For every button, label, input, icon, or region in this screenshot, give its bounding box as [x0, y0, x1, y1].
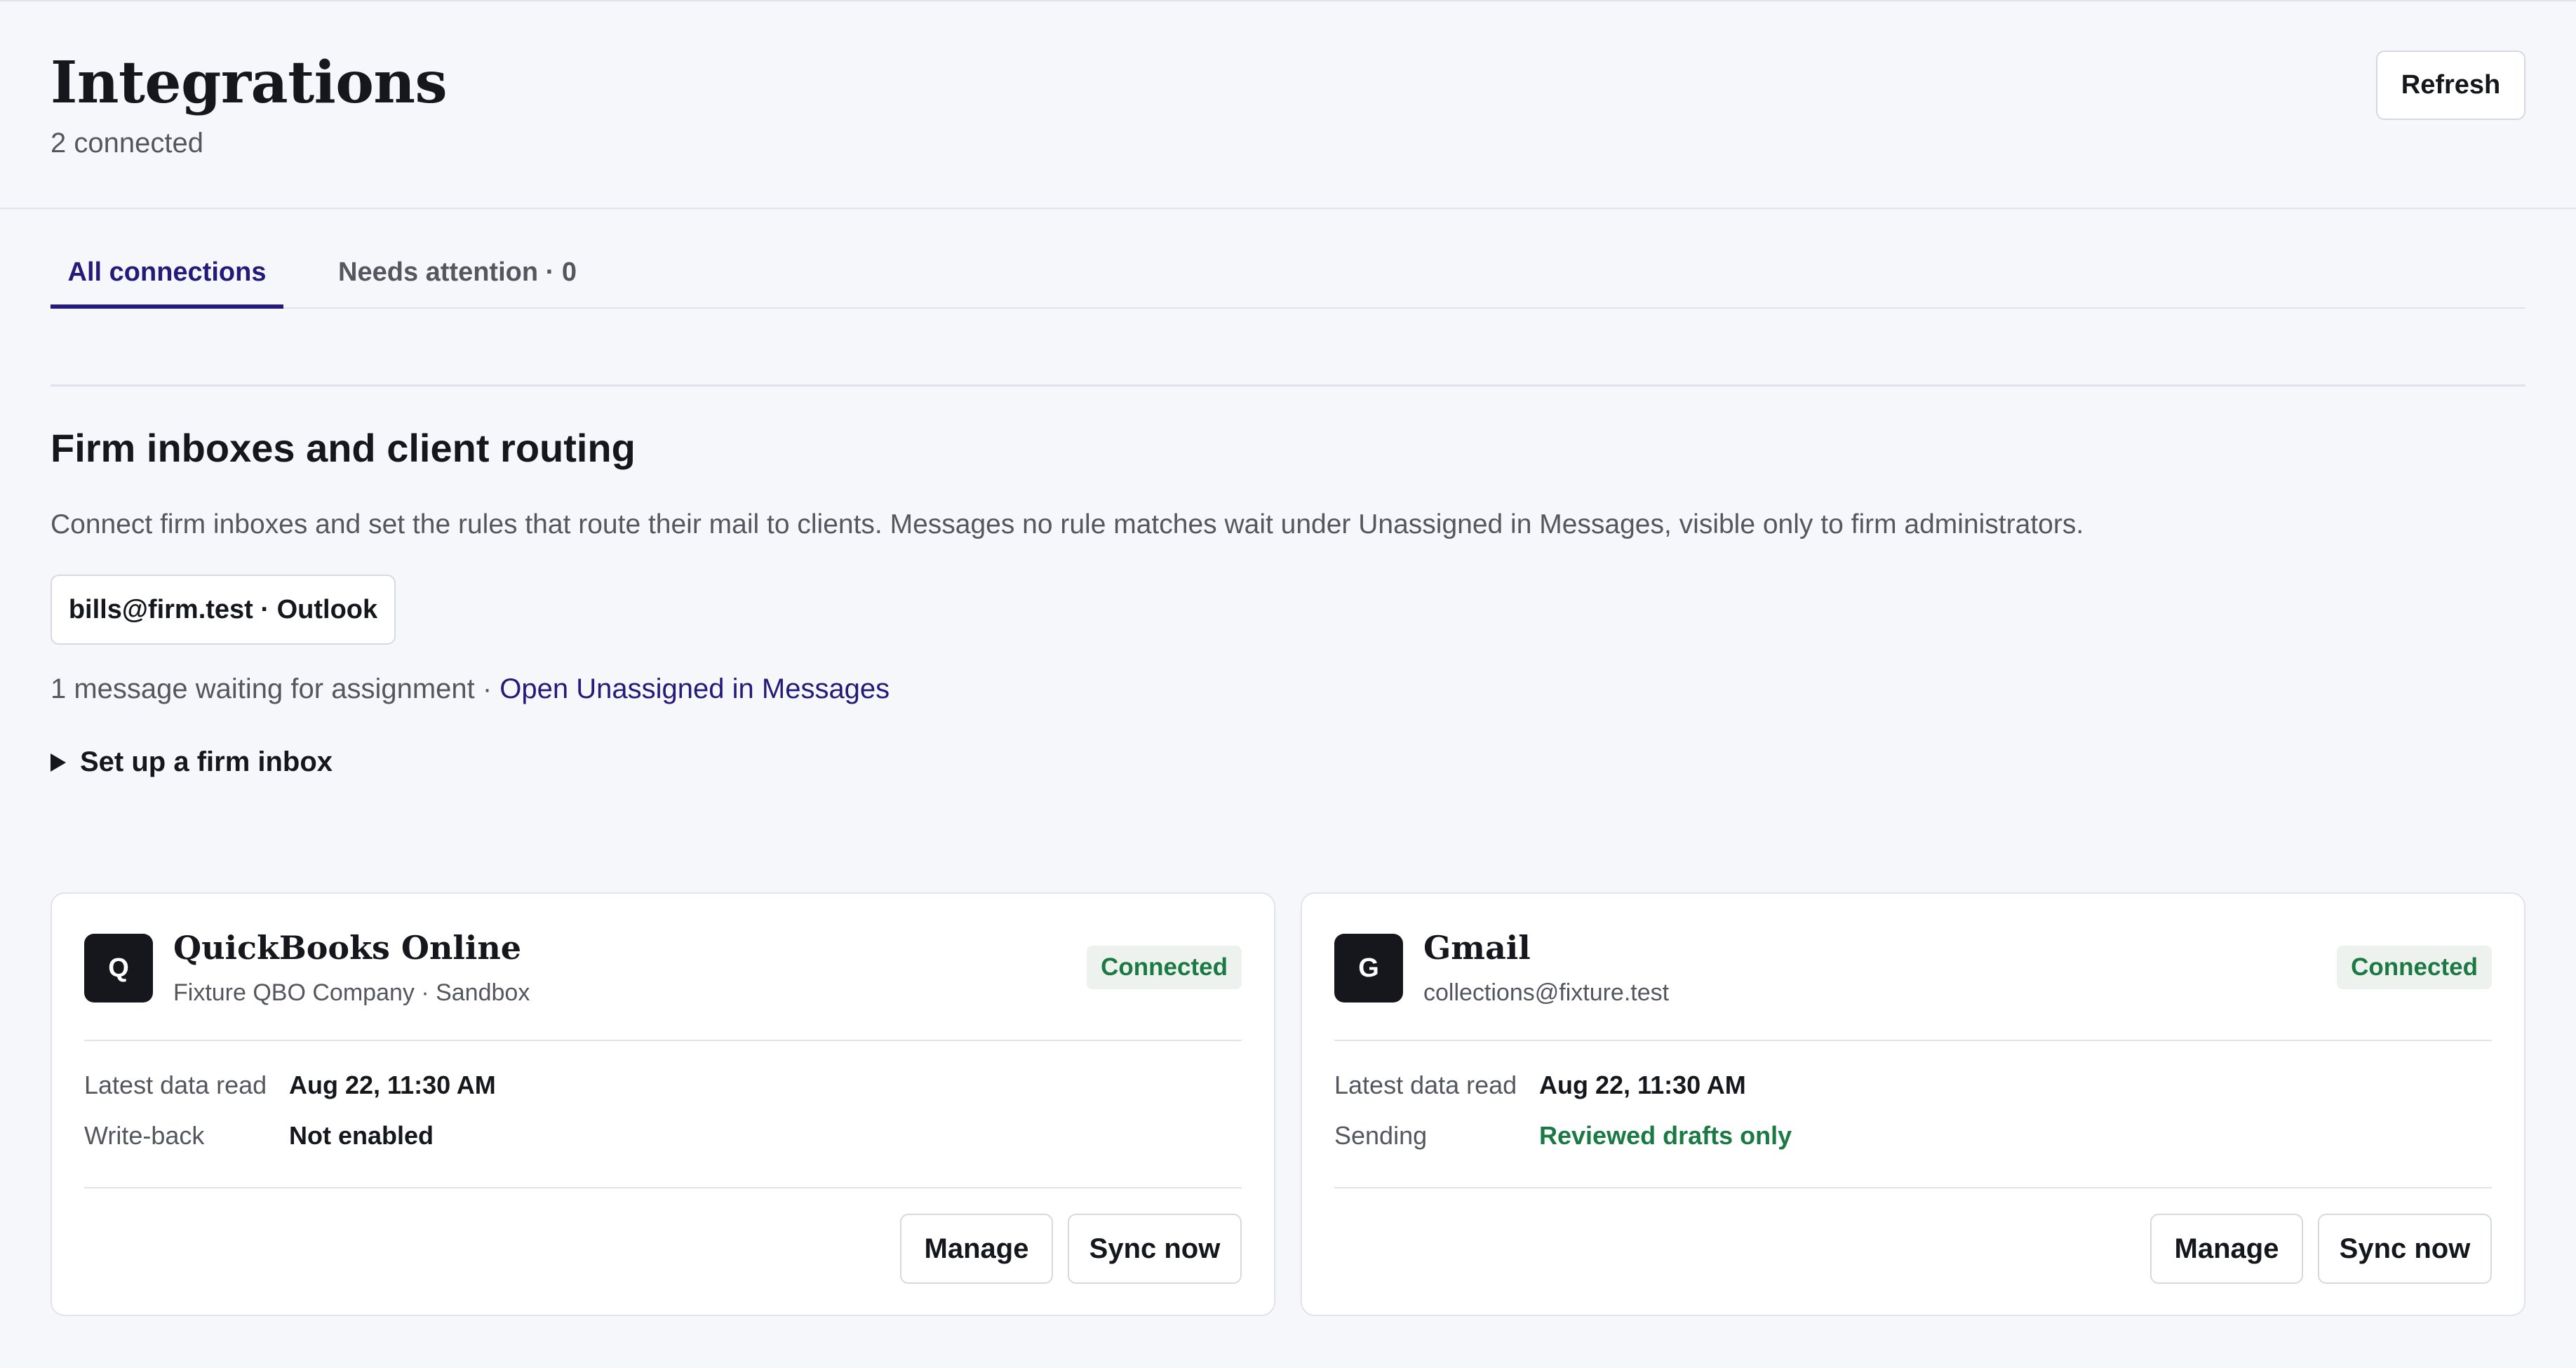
card-divider — [84, 1187, 1242, 1188]
waiting-count-text: 1 message waiting for assignment · — [51, 673, 500, 704]
integration-meta: Fixture QBO Company · Sandbox — [173, 979, 530, 1006]
page-header: Integrations 2 connected — [51, 48, 448, 159]
page-title: Integrations — [51, 49, 448, 116]
sync-now-button[interactable]: Sync now — [1068, 1214, 1242, 1284]
integration-meta: collections@fixture.test — [1423, 979, 1670, 1006]
integration-name: Gmail — [1423, 929, 1531, 967]
latest-data-read-value: Aug 22, 11:30 AM — [1539, 1071, 1746, 1099]
header-divider — [0, 208, 2576, 209]
setup-firm-inbox-toggle[interactable]: Set up a firm inbox — [51, 746, 333, 778]
latest-data-read-label: Latest data read — [84, 1071, 267, 1099]
firm-inboxes-title: Firm inboxes and client routing — [51, 426, 636, 470]
sending-row: Sending Reviewed drafts only — [1334, 1121, 1792, 1151]
integration-card-quickbooks: Q QuickBooks Online Fixture QBO Company … — [51, 892, 1275, 1316]
write-back-row: Write-back Not enabled — [84, 1121, 434, 1151]
tab-all-connections-label: All connections — [67, 257, 267, 287]
sending-value: Reviewed drafts only — [1539, 1121, 1792, 1150]
card-divider — [1334, 1187, 2492, 1188]
status-badge: Connected — [1087, 946, 1242, 989]
write-back-label: Write-back — [84, 1121, 205, 1150]
latest-data-read-row: Latest data read Aug 22, 11:30 AM — [1334, 1071, 1746, 1100]
firm-inboxes-description: Connect firm inboxes and set the rules t… — [51, 509, 2084, 539]
integration-card-gmail: G Gmail collections@fixture.test Connect… — [1301, 892, 2525, 1316]
connected-count: 2 connected — [51, 128, 203, 159]
waiting-assignment-text: 1 message waiting for assignment · Open … — [51, 673, 890, 705]
quickbooks-logo-icon: Q — [84, 934, 153, 1002]
latest-data-read-value: Aug 22, 11:30 AM — [289, 1071, 496, 1099]
latest-data-read-row: Latest data read Aug 22, 11:30 AM — [84, 1071, 496, 1100]
integrations-page: Integrations 2 connected Refresh All con… — [0, 0, 2576, 1368]
integration-name: QuickBooks Online — [173, 929, 522, 967]
section-divider — [51, 384, 2525, 387]
manage-button[interactable]: Manage — [900, 1214, 1053, 1284]
setup-firm-inbox-label: Set up a firm inbox — [80, 746, 333, 777]
write-back-value: Not enabled — [289, 1121, 434, 1150]
sync-now-button[interactable]: Sync now — [2318, 1214, 2492, 1284]
manage-button[interactable]: Manage — [2150, 1214, 2303, 1284]
firm-inbox-chip[interactable]: bills@firm.test · Outlook — [51, 575, 396, 645]
refresh-button[interactable]: Refresh — [2376, 51, 2525, 120]
tab-needs-attention[interactable]: Needs attention · 0 — [317, 237, 598, 307]
tab-bar: All connections Needs attention · 0 — [51, 237, 2525, 309]
card-divider — [84, 1040, 1242, 1041]
status-badge: Connected — [2337, 946, 2492, 989]
card-divider — [1334, 1040, 2492, 1041]
gmail-logo-icon: G — [1334, 934, 1403, 1002]
tab-needs-attention-label: Needs attention · 0 — [338, 257, 577, 287]
sending-label: Sending — [1334, 1121, 1428, 1150]
disclosure-triangle-icon — [51, 753, 66, 772]
open-unassigned-link[interactable]: Open Unassigned in Messages — [499, 673, 890, 704]
active-tab-indicator — [51, 304, 283, 309]
tab-all-connections[interactable]: All connections — [51, 237, 283, 309]
latest-data-read-label: Latest data read — [1334, 1071, 1517, 1099]
